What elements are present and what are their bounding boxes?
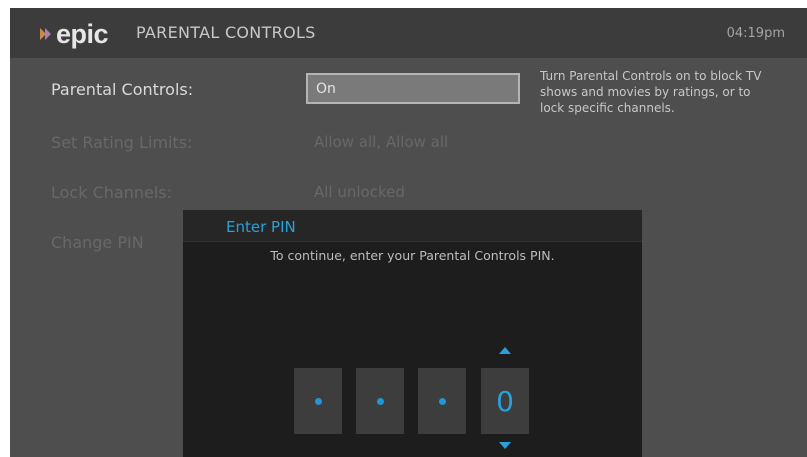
pin-digit-1[interactable] [294, 368, 342, 434]
pin-dialog: Enter PIN To continue, enter your Parent… [183, 210, 642, 457]
pin-dot-icon [314, 397, 322, 405]
parental-controls-value: On [316, 81, 336, 97]
header-bar: epic PARENTAL CONTROLS 04:19pm [10, 8, 807, 58]
tv-screen: epic PARENTAL CONTROLS 04:19pm Parental … [10, 8, 807, 457]
pin-digit-2[interactable] [356, 368, 404, 434]
pin-digit-3[interactable] [418, 368, 466, 434]
lock-channels-label[interactable]: Lock Channels: [51, 183, 172, 202]
rating-limits-label[interactable]: Set Rating Limits: [51, 133, 192, 152]
parental-controls-toggle[interactable]: On [306, 73, 520, 104]
logo-text: epic [56, 19, 109, 49]
arrow-up-icon[interactable] [499, 347, 511, 354]
pin-dot-icon [376, 397, 384, 405]
pin-digit-value: 0 [496, 384, 514, 418]
pin-dialog-message: To continue, enter your Parental Control… [270, 248, 555, 263]
epic-logo-mark-icon [40, 28, 51, 40]
epic-logo: epic [40, 19, 109, 49]
page-title: PARENTAL CONTROLS [136, 23, 316, 42]
clock: 04:19pm [726, 26, 785, 41]
parental-controls-help: Turn Parental Controls on to block TV sh… [540, 69, 762, 115]
arrow-down-icon[interactable] [499, 442, 511, 449]
pin-digit-4[interactable]: 0 [481, 368, 529, 434]
parental-controls-label: Parental Controls: [51, 80, 194, 99]
pin-dialog-header: Enter PIN [183, 210, 642, 242]
pin-dialog-title: Enter PIN [226, 218, 296, 236]
change-pin-label[interactable]: Change PIN [51, 233, 144, 252]
rating-limits-value: Allow all, Allow all [314, 133, 449, 151]
lock-channels-value: All unlocked [314, 183, 405, 201]
pin-dot-icon [438, 397, 446, 405]
